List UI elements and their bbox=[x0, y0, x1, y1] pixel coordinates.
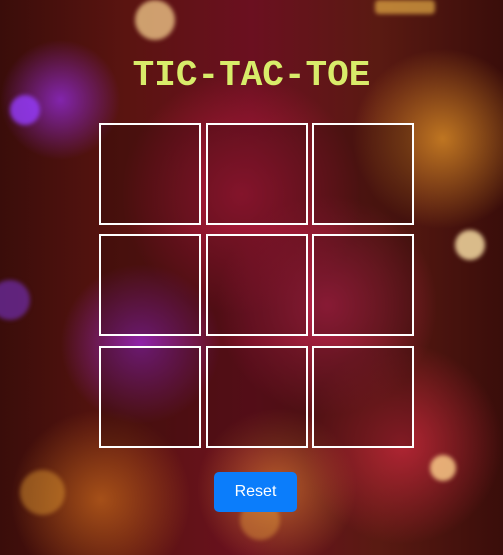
board-cell[interactable] bbox=[312, 346, 414, 448]
board-cell[interactable] bbox=[99, 346, 201, 448]
bokeh-light bbox=[430, 455, 456, 481]
bokeh-light bbox=[0, 280, 30, 320]
board-cell[interactable] bbox=[99, 123, 201, 225]
bokeh-light bbox=[455, 230, 485, 260]
board-cell[interactable] bbox=[206, 346, 308, 448]
reset-button[interactable]: Reset bbox=[214, 472, 297, 512]
board-cell[interactable] bbox=[99, 234, 201, 336]
bokeh-light bbox=[375, 0, 435, 14]
bokeh-light bbox=[10, 95, 40, 125]
bokeh-light bbox=[135, 0, 175, 40]
bokeh-light bbox=[20, 470, 65, 515]
board-cell[interactable] bbox=[312, 234, 414, 336]
board-cell[interactable] bbox=[206, 123, 308, 225]
game-board bbox=[99, 123, 417, 453]
page-title: TIC-TAC-TOE bbox=[132, 55, 371, 96]
board-cell[interactable] bbox=[312, 123, 414, 225]
board-cell[interactable] bbox=[206, 234, 308, 336]
